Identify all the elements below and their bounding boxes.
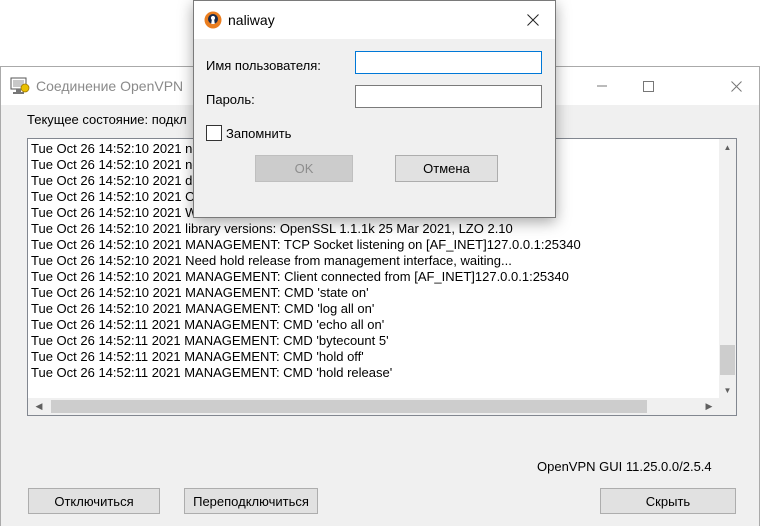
scroll-left-arrow-icon[interactable]: ◀ — [28, 398, 50, 415]
scrollbar-corner — [719, 398, 736, 415]
scroll-up-arrow-icon[interactable]: ▲ — [719, 139, 736, 156]
username-field[interactable] — [355, 51, 542, 74]
minimize-button[interactable] — [579, 67, 625, 105]
dialog-title: naliway — [228, 12, 275, 28]
maximize-button[interactable] — [625, 67, 671, 105]
minimize-icon — [597, 85, 607, 87]
version-label: OpenVPN GUI 11.25.0.0/2.5.4 — [537, 459, 712, 474]
remember-checkbox[interactable] — [206, 125, 222, 141]
vertical-scroll-thumb[interactable] — [720, 345, 735, 375]
log-line: Tue Oct 26 14:52:11 2021 MANAGEMENT: CMD… — [31, 333, 389, 348]
password-field[interactable] — [355, 85, 542, 108]
log-line: Tue Oct 26 14:52:10 2021 MANAGEMENT: CMD… — [31, 285, 369, 300]
log-line: Tue Oct 26 14:52:11 2021 MANAGEMENT: CMD… — [31, 349, 364, 364]
horizontal-scroll-thumb[interactable] — [51, 400, 647, 413]
log-line: Tue Oct 26 14:52:11 2021 MANAGEMENT: CMD… — [31, 365, 393, 380]
username-label: Имя пользователя: — [206, 58, 321, 73]
password-label: Пароль: — [206, 92, 255, 107]
log-line: Tue Oct 26 14:52:10 2021 MANAGEMENT: Cli… — [31, 269, 569, 284]
cancel-button[interactable]: Отмена — [395, 155, 498, 182]
close-icon — [527, 14, 539, 26]
vertical-scrollbar[interactable]: ▲ ▼ — [719, 139, 736, 399]
remember-label[interactable]: Запомнить — [226, 126, 291, 141]
scroll-down-arrow-icon[interactable]: ▼ — [719, 382, 736, 399]
hide-button[interactable]: Скрыть — [600, 488, 736, 514]
login-dialog: naliway Имя пользователя: Пароль: Запомн… — [193, 0, 556, 218]
log-line: Tue Oct 26 14:52:10 2021 Need hold relea… — [31, 253, 512, 268]
disconnect-button[interactable]: Отключиться — [28, 488, 160, 514]
maximize-icon — [642, 80, 654, 92]
log-line: Tue Oct 26 14:52:11 2021 MANAGEMENT: CMD… — [31, 317, 385, 332]
log-line: Tue Oct 26 14:52:10 2021 MANAGEMENT: CMD… — [31, 301, 375, 316]
dialog-titlebar[interactable]: naliway — [194, 1, 555, 39]
connection-status-label: Текущее состояние: подкл — [27, 112, 187, 127]
log-line: Tue Oct 26 14:52:10 2021 library version… — [31, 221, 513, 236]
openvpn-monitor-icon — [10, 77, 30, 94]
dialog-close-button[interactable] — [510, 1, 556, 39]
ok-button[interactable]: OK — [255, 155, 353, 182]
close-button[interactable] — [713, 67, 759, 105]
log-line: Tue Oct 26 14:52:10 2021 MANAGEMENT: TCP… — [31, 237, 581, 252]
scroll-right-arrow-icon[interactable]: ▶ — [698, 398, 720, 415]
close-icon — [730, 80, 742, 92]
main-window-title: Соединение OpenVPN — [36, 78, 184, 94]
reconnect-button[interactable]: Переподключиться — [184, 488, 318, 514]
horizontal-scrollbar[interactable]: ◀ ▶ — [28, 398, 720, 415]
openvpn-keyhole-icon — [204, 11, 222, 29]
